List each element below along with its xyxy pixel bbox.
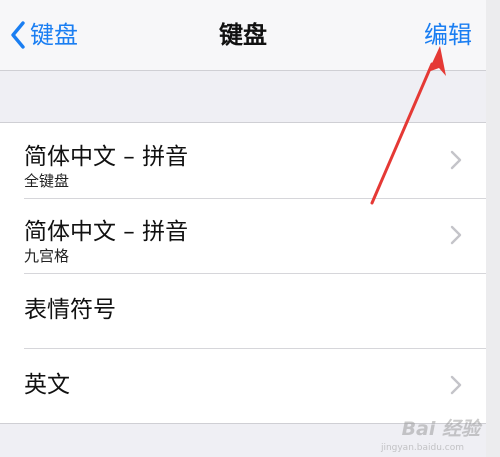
- list-item-subtitle: 九宫格: [24, 247, 70, 265]
- list-item-title: 英文: [24, 372, 70, 398]
- chevron-right-icon: [450, 225, 462, 245]
- chevron-right-icon: [450, 150, 462, 170]
- page-title: 键盘: [219, 21, 267, 49]
- scroll-edge: [486, 0, 500, 457]
- watermark-logo: Bai 经验: [401, 418, 480, 440]
- list-item-title: 表情符号: [24, 297, 116, 323]
- watermark-url: jingyan.baidu.com: [380, 443, 464, 453]
- list-item-emoji[interactable]: 表情符号: [0, 273, 486, 348]
- chevron-right-icon: [450, 375, 462, 395]
- navigation-bar: 键盘 键盘 编辑: [0, 0, 486, 71]
- keyboard-list: 简体中文 – 拼音 全键盘 简体中文 – 拼音 九宫格 表情符号 英文: [0, 122, 486, 424]
- list-item-english[interactable]: 英文: [0, 348, 486, 423]
- edit-button[interactable]: 编辑: [424, 18, 472, 52]
- list-item-pinyin-nine-grid[interactable]: 简体中文 – 拼音 九宫格: [0, 198, 486, 273]
- list-item-subtitle: 全键盘: [24, 172, 70, 190]
- list-item-pinyin-full-keyboard[interactable]: 简体中文 – 拼音 全键盘: [0, 123, 486, 198]
- list-item-title: 简体中文 – 拼音: [24, 219, 189, 245]
- list-item-title: 简体中文 – 拼音: [24, 144, 189, 170]
